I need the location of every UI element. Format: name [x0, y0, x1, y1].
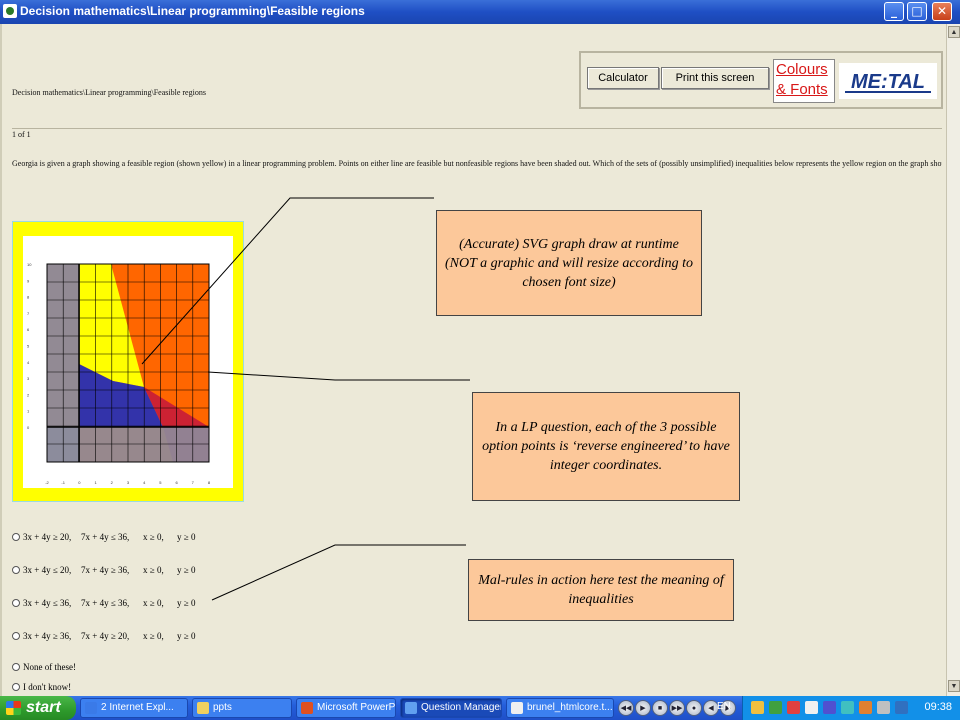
pager: 1 of 1	[12, 130, 31, 139]
radio-button[interactable]	[12, 683, 20, 691]
taskbar: start 2 Internet Expl... ppts Microsoft Po…	[0, 696, 960, 720]
colours-label: Colours	[776, 61, 828, 78]
language-indicator[interactable]: EN	[717, 701, 731, 712]
fonts-label: & Fonts	[776, 81, 828, 98]
inequality-term: 7x + 4y ≥ 20,	[81, 631, 130, 641]
inequality-term: 7x + 4y ≥ 36,	[81, 565, 130, 575]
windows-flag-icon	[6, 701, 21, 715]
task-label: Question Manager	[421, 702, 502, 713]
task-button[interactable]: Microsoft PowerP...	[296, 698, 396, 718]
inequality-term: x ≥ 0,	[143, 532, 164, 542]
document-icon	[511, 702, 523, 714]
option-1[interactable]: 3x + 4y ≥ 20, 7x + 4y ≤ 36, x ≥ 0, y ≥ 0	[12, 530, 197, 544]
media-button[interactable]: ●	[686, 700, 702, 716]
tray-icon[interactable]	[751, 701, 764, 714]
task-button[interactable]: Question Manager	[400, 698, 502, 718]
tray-icon[interactable]	[805, 701, 818, 714]
task-label: 2 Internet Expl...	[101, 702, 174, 713]
inequality-term: 3x + 4y ≤ 20,	[23, 565, 72, 575]
radio-button[interactable]	[12, 599, 20, 607]
question-text: Georgia is given a graph showing a feasi…	[12, 159, 942, 168]
media-button[interactable]: ◀◀	[618, 700, 634, 716]
svg-note-text: (Accurate) SVG graph draw at runtime (NO…	[445, 236, 693, 290]
task-button[interactable]: 2 Internet Expl...	[80, 698, 188, 718]
maximize-button[interactable]: □	[907, 2, 927, 21]
inequality-term: 7x + 4y ≤ 36,	[81, 532, 130, 542]
option-none-label: None of these!	[23, 662, 76, 672]
tray-icon[interactable]	[877, 701, 890, 714]
graph-svg: -2 -1 0 1 2 3 4 5 6 7 8 109876543210	[23, 236, 233, 488]
malrules-note-text: Mal-rules in action here test the meanin…	[478, 573, 724, 607]
app-icon	[405, 702, 417, 714]
inequality-term: x ≥ 0,	[143, 565, 164, 575]
svg-note-callout: (Accurate) SVG graph draw at runtime (NO…	[436, 210, 702, 316]
close-button[interactable]: ✕	[932, 2, 952, 21]
option-2[interactable]: 3x + 4y ≤ 20, 7x + 4y ≥ 36, x ≥ 0, y ≥ 0	[12, 563, 197, 577]
task-label: brunel_htmlcore.t...	[527, 702, 613, 713]
svg-text:ME:TAL: ME:TAL	[851, 71, 925, 93]
content-area: Calculator Print this screen Colours & F…	[0, 24, 946, 696]
print-screen-button[interactable]: Print this screen	[661, 67, 769, 89]
powerpoint-icon	[301, 702, 313, 714]
inequality-term: y ≥ 0	[177, 598, 196, 608]
inequality-term: y ≥ 0	[177, 631, 196, 641]
task-label: Microsoft PowerP...	[317, 702, 396, 713]
option-4[interactable]: 3x + 4y ≥ 36, 7x + 4y ≥ 20, x ≥ 0, y ≥ 0	[12, 629, 197, 643]
colours-fonts-button[interactable]: Colours & Fonts	[773, 59, 835, 103]
option-3[interactable]: 3x + 4y ≤ 36, 7x + 4y ≤ 36, x ≥ 0, y ≥ 0	[12, 596, 197, 610]
vertical-scrollbar[interactable]: ▲ ▼	[946, 24, 960, 696]
app-icon[interactable]	[3, 4, 17, 18]
inequality-term: x ≥ 0,	[143, 631, 164, 641]
inequality-term: 7x + 4y ≤ 36,	[81, 598, 130, 608]
inequality-term: 3x + 4y ≥ 20,	[23, 532, 72, 542]
tray-icon[interactable]	[787, 701, 800, 714]
tool-panel: Calculator Print this screen Colours & F…	[579, 51, 943, 109]
scroll-up-icon[interactable]: ▲	[948, 26, 960, 38]
inequality-term: 3x + 4y ≥ 36,	[23, 631, 72, 641]
y-tick-label: 10	[27, 262, 32, 267]
radio-button[interactable]	[12, 663, 20, 671]
divider	[12, 128, 942, 129]
radio-button[interactable]	[12, 533, 20, 541]
title-bar: Decision mathematics\Linear programming\…	[0, 0, 960, 24]
malrules-note-callout: Mal-rules in action here test the meanin…	[468, 559, 734, 621]
breadcrumb: Decision mathematics\Linear programming\…	[12, 88, 206, 97]
metal-logo: ME:TAL	[839, 63, 937, 99]
task-label: ppts	[213, 702, 232, 713]
inequality-term: 3x + 4y ≤ 36,	[23, 598, 72, 608]
inequality-term: x ≥ 0,	[143, 598, 164, 608]
minimize-button[interactable]: _	[884, 2, 904, 21]
folder-icon	[197, 702, 209, 714]
radio-button[interactable]	[12, 566, 20, 574]
option-none[interactable]: None of these!	[12, 660, 76, 674]
task-button[interactable]: brunel_htmlcore.t...	[506, 698, 614, 718]
tray-icon[interactable]	[895, 701, 908, 714]
lp-note-text: In a LP question, each of the 3 possible…	[482, 420, 730, 473]
tray-icon[interactable]	[859, 701, 872, 714]
window-title: Decision mathematics\Linear programming\…	[20, 4, 365, 18]
calculator-button[interactable]: Calculator	[587, 67, 659, 89]
clock[interactable]: 09:38	[924, 701, 952, 713]
media-button[interactable]: ■	[652, 700, 668, 716]
tray-icon[interactable]	[823, 701, 836, 714]
system-tray: EN 09:38	[717, 696, 960, 720]
radio-button[interactable]	[12, 632, 20, 640]
media-button[interactable]: ▶	[635, 700, 651, 716]
inequality-term: y ≥ 0	[177, 565, 196, 575]
start-button[interactable]: start	[0, 696, 76, 720]
option-dont-know-label: I don't know!	[23, 682, 72, 692]
lp-note-callout: In a LP question, each of the 3 possible…	[472, 392, 740, 501]
inequality-term: y ≥ 0	[177, 532, 196, 542]
tray-icon[interactable]	[769, 701, 782, 714]
feasible-region-graph: -2 -1 0 1 2 3 4 5 6 7 8 10 9 8 7 6 5 4 3 2 1 0	[12, 221, 244, 502]
media-button[interactable]: ▶▶	[669, 700, 685, 716]
option-dont-know[interactable]: I don't know!	[12, 680, 71, 694]
start-label: start	[26, 699, 61, 716]
ie-icon	[85, 702, 97, 714]
tray-icon[interactable]	[841, 701, 854, 714]
scroll-down-icon[interactable]: ▼	[948, 680, 960, 692]
task-button[interactable]: ppts	[192, 698, 292, 718]
